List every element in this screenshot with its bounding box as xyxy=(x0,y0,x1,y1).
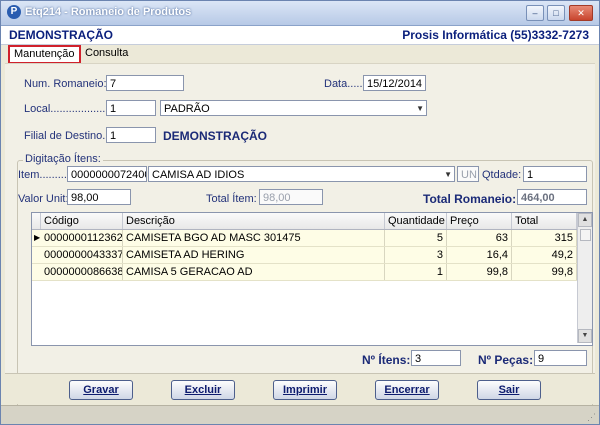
num-romaneio-input[interactable]: 7 xyxy=(106,75,184,91)
cell-codigo: 0000000112362 xyxy=(41,230,123,246)
valor-unit-label: Valor Unit: xyxy=(18,193,69,205)
maximize-button[interactable]: □ xyxy=(547,5,565,21)
item-select-value: CAMISA AD IDIOS xyxy=(152,169,245,181)
cell-preco: 99,8 xyxy=(447,264,512,280)
minimize-button[interactable]: – xyxy=(526,5,544,21)
cell-preco: 63 xyxy=(447,230,512,246)
n-pecas-field: 9 xyxy=(534,350,587,366)
cell-codigo: 0000000043337 xyxy=(41,247,123,263)
local-label: Local...................: xyxy=(24,103,112,115)
n-itens-label: Nº Ítens: xyxy=(362,353,411,367)
data-label: Data.....: xyxy=(324,78,366,90)
encerrar-button[interactable]: Encerrar xyxy=(375,380,439,400)
grid-vertical-scrollbar[interactable]: ▲ ▼ xyxy=(577,213,592,343)
chevron-down-icon: ▼ xyxy=(444,170,452,179)
col-descricao[interactable]: Descrição xyxy=(123,213,385,229)
imprimir-button[interactable]: Imprimir xyxy=(273,380,337,400)
filial-code-input[interactable]: 1 xyxy=(106,127,156,143)
cell-preco: 16,4 xyxy=(447,247,512,263)
table-row[interactable]: 0000000086638 CAMISA 5 GERACAO AD 1 99,8… xyxy=(32,264,577,281)
data-input[interactable]: 15/12/2014 xyxy=(363,75,426,91)
cell-descricao: CAMISETA AD HERING xyxy=(123,247,385,263)
scroll-thumb[interactable] xyxy=(580,229,591,241)
table-row[interactable]: ▶ 0000000112362 CAMISETA BGO AD MASC 301… xyxy=(32,230,577,247)
cell-quantidade: 5 xyxy=(385,230,447,246)
cell-codigo: 0000000086638 xyxy=(41,264,123,280)
maximize-icon: □ xyxy=(553,8,559,18)
cell-quantidade: 3 xyxy=(385,247,447,263)
scroll-down-icon[interactable]: ▼ xyxy=(578,329,592,343)
company-header: DEMONSTRAÇÃO Prosis Informática (55)3332… xyxy=(1,26,599,45)
qtdade-input[interactable]: 1 xyxy=(523,166,587,182)
num-romaneio-label: Num. Romaneio: xyxy=(24,78,107,90)
cell-total: 99,8 xyxy=(512,264,577,280)
digitacao-group-title: Digitação Ítens: xyxy=(23,153,103,165)
col-preco[interactable]: Preço xyxy=(447,213,512,229)
filial-label: Filial de Destino.: xyxy=(24,130,109,142)
valor-unit-input[interactable]: 98,00 xyxy=(67,189,131,205)
item-code-input[interactable]: 0000000072400 xyxy=(67,166,147,182)
col-codigo[interactable]: Código xyxy=(41,213,123,229)
grid-indicator-header xyxy=(32,213,41,229)
qtdade-label: Qtdade: xyxy=(482,169,522,181)
tab-bar: Manutenção Consulta xyxy=(5,45,595,64)
vendor-info: Prosis Informática (55)3332-7273 xyxy=(402,28,589,42)
cell-total: 315 xyxy=(512,230,577,246)
items-grid[interactable]: Código Descrição Quantidade Preço Total … xyxy=(31,212,593,346)
excluir-button[interactable]: Excluir xyxy=(171,380,235,400)
local-select[interactable]: PADRÃO ▼ xyxy=(160,100,427,116)
table-row[interactable]: 0000000043337 CAMISETA AD HERING 3 16,4 … xyxy=(32,247,577,264)
filial-name: DEMONSTRAÇÃO xyxy=(163,129,267,143)
app-icon: P xyxy=(7,5,21,19)
sair-button[interactable]: Sair xyxy=(477,380,541,400)
gravar-button[interactable]: Gravar xyxy=(69,380,133,400)
cell-quantidade: 1 xyxy=(385,264,447,280)
close-button[interactable]: ✕ xyxy=(569,5,593,21)
total-item-label: Total Ítem: xyxy=(206,193,257,205)
resize-grip-icon[interactable]: ⋰ xyxy=(587,412,596,423)
cell-descricao: CAMISA 5 GERACAO AD xyxy=(123,264,385,280)
col-total[interactable]: Total xyxy=(512,213,577,229)
company-name: DEMONSTRAÇÃO xyxy=(9,28,113,42)
local-select-value: PADRÃO xyxy=(164,103,210,115)
col-quantidade[interactable]: Quantidade xyxy=(385,213,447,229)
tab-consulta[interactable]: Consulta xyxy=(81,45,132,62)
window-title: Etq214 - Romaneio de Produtos xyxy=(25,6,192,18)
cell-total: 49,2 xyxy=(512,247,577,263)
total-romaneio-field: 464,00 xyxy=(517,189,587,205)
action-bar: Gravar Excluir Imprimir Encerrar Sair xyxy=(5,373,595,404)
minimize-icon: – xyxy=(532,8,538,18)
cell-descricao: CAMISETA BGO AD MASC 301475 xyxy=(123,230,385,246)
total-romaneio-label: Total Romaneio: xyxy=(423,192,517,206)
tab-manutencao[interactable]: Manutenção xyxy=(8,45,81,64)
n-itens-field: 3 xyxy=(411,350,461,366)
chevron-down-icon: ▼ xyxy=(416,104,424,113)
item-select[interactable]: CAMISA AD IDIOS ▼ xyxy=(148,166,455,182)
total-item-field: 98,00 xyxy=(259,189,323,205)
app-window: P Etq214 - Romaneio de Produtos – □ ✕ DE… xyxy=(0,0,600,425)
status-bar: ⋰ xyxy=(1,405,599,424)
unit-field: UN xyxy=(457,166,479,182)
row-pointer-icon: ▶ xyxy=(34,233,41,242)
grid-header: Código Descrição Quantidade Preço Total xyxy=(32,213,577,230)
scroll-up-icon[interactable]: ▲ xyxy=(578,213,592,227)
local-code-input[interactable]: 1 xyxy=(106,100,156,116)
title-bar[interactable]: P Etq214 - Romaneio de Produtos – □ ✕ xyxy=(1,1,599,26)
form-panel: Num. Romaneio: 7 Data.....: 15/12/2014 L… xyxy=(5,63,595,418)
n-pecas-label: Nº Peças: xyxy=(478,353,534,367)
close-icon: ✕ xyxy=(577,8,585,18)
